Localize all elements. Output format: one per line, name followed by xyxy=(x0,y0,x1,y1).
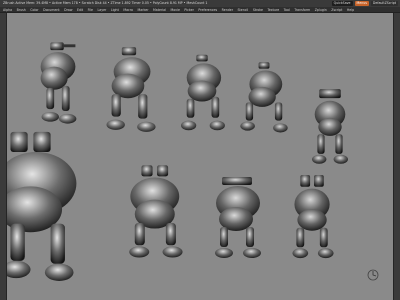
mech-sculpt-icon xyxy=(7,131,77,281)
camera-gizmo-icon[interactable] xyxy=(367,266,379,281)
mech-sculpt-icon xyxy=(215,177,261,258)
menu-zscript[interactable]: Zscript xyxy=(331,7,342,13)
default-zscript-button[interactable]: DefaultZScript xyxy=(370,1,398,6)
menu-stencil[interactable]: Stencil xyxy=(238,7,249,13)
menu-material[interactable]: Material xyxy=(153,7,166,13)
menu-zplugin[interactable]: Zplugin xyxy=(315,7,327,13)
menu-picker[interactable]: Picker xyxy=(184,7,194,13)
menu-alpha[interactable]: Alpha xyxy=(3,7,12,13)
rotate-icon[interactable] xyxy=(197,292,203,298)
mech-model-6[interactable] xyxy=(7,125,85,285)
mech-sculpt-icon xyxy=(40,42,77,124)
menu-tool[interactable]: Tool xyxy=(284,7,290,13)
menu-edit[interactable]: Edit xyxy=(77,7,83,13)
menu-draw[interactable]: Draw xyxy=(64,7,72,13)
menu-light[interactable]: Light xyxy=(111,7,119,13)
mech-model-9[interactable] xyxy=(283,173,345,261)
document-canvas[interactable] xyxy=(7,13,393,300)
mech-sculpt-icon xyxy=(292,174,334,259)
mech-model-4[interactable] xyxy=(235,55,293,137)
quicksave-button[interactable]: QuickSave xyxy=(331,1,353,6)
mech-model-3[interactable] xyxy=(172,49,232,135)
mech-model-5[interactable] xyxy=(303,85,357,167)
mech-sculpt-icon xyxy=(240,62,288,133)
menu-color[interactable]: Color xyxy=(30,7,38,13)
menu-stroke[interactable]: Stroke xyxy=(253,7,263,13)
menu-brush[interactable]: Brush xyxy=(17,7,26,13)
menu-movie[interactable]: Movie xyxy=(170,7,179,13)
menu-layer[interactable]: Layer xyxy=(97,7,106,13)
mech-model-7[interactable] xyxy=(119,163,195,263)
menu-render[interactable]: Render xyxy=(222,7,233,13)
mech-sculpt-icon xyxy=(106,47,156,132)
mech-model-8[interactable] xyxy=(205,173,271,263)
mech-sculpt-icon xyxy=(180,54,225,131)
menu-marker[interactable]: Marker xyxy=(138,7,149,13)
menu-help[interactable]: Help xyxy=(347,7,354,13)
mech-sculpt-icon xyxy=(129,165,183,258)
menu-document[interactable]: Document xyxy=(43,7,60,13)
menu-macro[interactable]: Macro xyxy=(123,7,133,13)
left-tool-shelf[interactable] xyxy=(0,13,7,300)
menus-button[interactable]: Menus xyxy=(354,1,369,6)
right-tool-shelf[interactable] xyxy=(393,13,400,300)
menu-preferences[interactable]: Preferences xyxy=(198,7,217,13)
menu-transform[interactable]: Transform xyxy=(294,7,310,13)
mech-model-1[interactable] xyxy=(29,39,87,127)
mech-sculpt-icon xyxy=(312,89,348,164)
mech-model-2[interactable] xyxy=(99,43,161,135)
menu-file[interactable]: File xyxy=(88,7,93,13)
menu-texture[interactable]: Texture xyxy=(267,7,279,13)
